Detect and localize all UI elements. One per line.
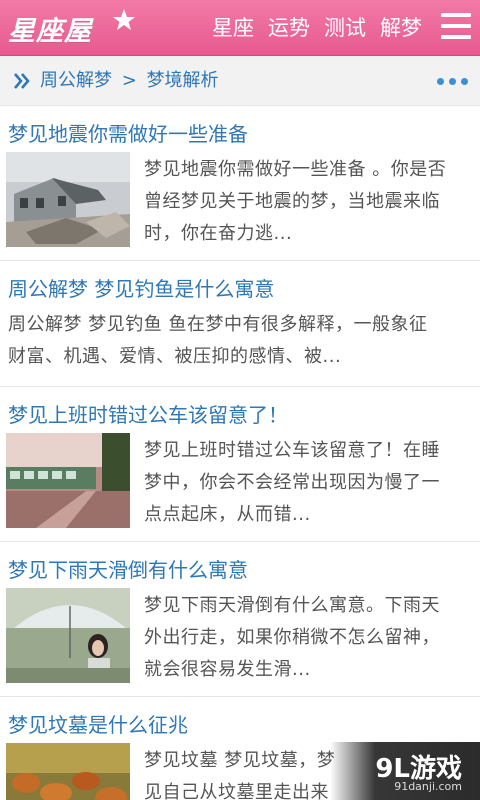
desc-line: 财富、机遇、爱情、被压抑的感情、被... [8,346,342,367]
nav-item-jiemeng[interactable]: 解梦 [380,0,422,56]
double-chevron-right-icon [14,73,30,89]
desc-line: 就会很容易发生滑... [144,659,311,680]
umbrella-girl-photo[interactable] [6,588,130,683]
desc-line: 梦中，你会不会经常出现因为慢了一 [144,472,440,493]
train-station-photo[interactable] [6,433,130,528]
star-icon [113,9,135,30]
watermark-url-text: 91danji.com [394,780,462,793]
desc-line: 外出行走，如果你稍微不怎么留神， [144,627,440,648]
article-title[interactable]: 梦见下雨天滑倒有什么寓意 [8,554,248,583]
article-title[interactable]: 梦见坟墓是什么征兆 [8,709,188,738]
earthquake-photo[interactable] [6,152,130,247]
logo-text: 星座屋 [8,15,92,47]
desc-line: 梦见坟墓 梦见坟墓，梦 [144,750,336,771]
article-item[interactable]: 梦见下雨天滑倒有什么寓意 梦见下雨天滑倒有什么寓意。下雨天 外出行走，如果你稍微… [0,542,480,697]
nav-item-ceshi[interactable]: 测试 [324,0,366,56]
menu-icon-bar [441,13,471,17]
dot-icon [437,78,444,85]
menu-icon-bar [441,35,471,39]
article-item[interactable]: 周公解梦 梦见钓鱼是什么寓意 周公解梦 梦见钓鱼 鱼在梦中有很多解释，一般象征 … [0,261,480,387]
dot-icon [449,78,456,85]
article-desc: 梦见下雨天滑倒有什么寓意。下雨天 外出行走，如果你稍微不怎么留神， 就会很容易发… [144,590,476,686]
article-desc: 梦见坟墓 梦见坟墓，梦 见自己从坟墓里走出来 [144,745,344,800]
article-list: 梦见地震你需做好一些准备 梦见地震你需做好一些准备 。你是否 曾经梦见关于地震的… [0,106,480,800]
breadcrumb: 周公解梦 > 梦境解析 [40,56,219,106]
article-item[interactable]: 梦见地震你需做好一些准备 梦见地震你需做好一些准备 。你是否 曾经梦见关于地震的… [0,106,480,261]
article-title[interactable]: 梦见地震你需做好一些准备 [8,118,248,147]
desc-line: 梦见地震你需做好一些准备 。你是否 [144,159,447,180]
article-desc: 梦见地震你需做好一些准备 。你是否 曾经梦见关于地震的梦，当地震来临 时，你在奋… [144,154,476,250]
desc-line: 周公解梦 梦见钓鱼 鱼在梦中有很多解释，一般象征 [8,314,428,335]
desc-line: 梦见下雨天滑倒有什么寓意。下雨天 [144,595,440,616]
graveyard-photo[interactable] [6,743,130,800]
breadcrumb-separator: > [121,70,137,91]
menu-icon-bar [441,24,471,28]
desc-line: 时，你在奋力逃... [144,223,293,244]
more-options-button[interactable] [432,78,468,85]
dot-icon [461,78,468,85]
breadcrumb-current[interactable]: 梦境解析 [147,70,219,91]
desc-line: 点点起床，从而错... [144,504,311,525]
top-header: 星座屋 星座 运势 测试 解梦 [0,0,480,56]
article-item[interactable]: 梦见上班时错过公车该留意了！ 梦见上班时错过公车该留意了！在睡 梦中，你会不会经… [0,387,480,542]
desc-line: 见自己从坟墓里走出来 [144,782,329,800]
article-desc: 周公解梦 梦见钓鱼 鱼在梦中有很多解释，一般象征 财富、机遇、爱情、被压抑的感情… [8,309,474,373]
nav-item-yunshi[interactable]: 运势 [268,0,310,56]
site-logo[interactable]: 星座屋 [8,6,138,50]
breadcrumb-bar: 周公解梦 > 梦境解析 [0,56,480,106]
breadcrumb-root-link[interactable]: 周公解梦 [40,70,112,91]
main-nav: 星座 运势 测试 解梦 [212,0,436,56]
nav-item-xingzuo[interactable]: 星座 [212,0,254,56]
desc-line: 梦见上班时错过公车该留意了！在睡 [144,440,440,461]
article-title[interactable]: 梦见上班时错过公车该留意了！ [8,399,288,428]
watermark: 9L游戏 91danji.com [330,742,480,800]
article-desc: 梦见上班时错过公车该留意了！在睡 梦中，你会不会经常出现因为慢了一 点点起床，从… [144,435,476,531]
hamburger-menu-button[interactable] [440,13,472,43]
desc-line: 曾经梦见关于地震的梦，当地震来临 [144,191,440,212]
article-title[interactable]: 周公解梦 梦见钓鱼是什么寓意 [8,273,274,302]
